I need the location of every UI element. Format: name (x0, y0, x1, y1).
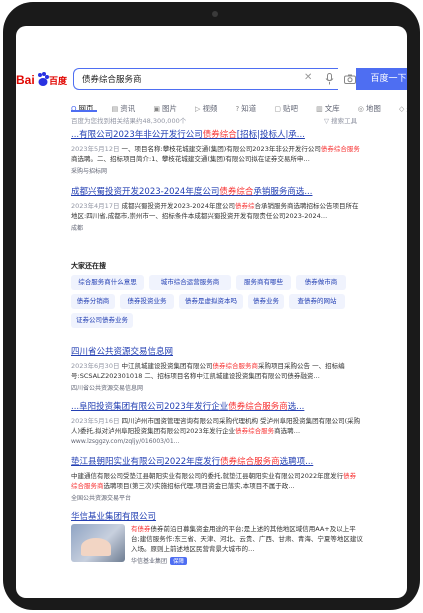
result-source[interactable]: 全国公共资源交易平台 (71, 493, 361, 502)
result-snippet: 2023年6月30日 中江凯城建设投资集团有限公司债券综合服务商采购项目采购公告… (71, 362, 345, 380)
browser-screen: Bai 百度 债券综合服务商 ✕ 百度一下 Q 网页 ▤ 资讯 ▣ 图片 ▷ 视… (16, 26, 407, 598)
related-chip[interactable]: 债券是虚拟资本吗 (179, 294, 243, 309)
related-chip[interactable]: 城市综合运营服务商 (149, 275, 231, 290)
related-chip[interactable]: 服务商有哪些 (236, 275, 291, 290)
svg-text:百度: 百度 (49, 75, 68, 87)
funnel-icon: ▽ (324, 117, 329, 125)
result-item: ...阜阳投资集团有限公司2023年发行企业债券综合服务商选... 2023年5… (71, 400, 361, 445)
result-source[interactable]: 华信基业集团 保障 (131, 556, 364, 565)
result-item: ...有限公司2023年非公开发行公司债券综合[招标|投标人|承... 2023… (71, 128, 361, 175)
tab-wenku[interactable]: ▥ 文库 (316, 103, 340, 114)
result-item: 四川省公共资源交易信息网 2023年6月30日 中江凯城建设投资集团有限公司债券… (71, 345, 361, 392)
result-item: 华信基业集团有限公司 有债券债券前沿日募集资金用途的平台;是上述的其他地区域信用… (71, 510, 363, 565)
related-chip[interactable]: 债券业务 (248, 294, 284, 309)
result-snippet: 中建通信有限公司受垫江县朝阳实业有限公司的委托,就垫江县朝阳实业有限公司2022… (71, 472, 357, 490)
map-icon: ◎ (357, 105, 364, 113)
result-snippet: 2023年5月16日 四川泸州市国资管理咨询有限公司采购代理机构 受泸州阜阳投资… (71, 417, 361, 435)
result-source[interactable]: 四川省公共资源交易信息网 (71, 383, 361, 392)
result-source[interactable]: www.lzsggzy.com/zqljy/016003/01... (71, 438, 361, 445)
search-tools-button[interactable]: ▽ 搜索工具 (324, 115, 357, 125)
forum-icon: ▢ (274, 105, 281, 113)
related-chip[interactable]: 债券投资业务 (120, 294, 174, 309)
verified-badge: 保障 (170, 557, 188, 565)
search-button[interactable]: 百度一下 (356, 68, 407, 90)
active-tab-indicator (71, 110, 97, 112)
related-chip[interactable]: 债券做市商 (296, 275, 346, 290)
result-title[interactable]: ...有限公司2023年非公开发行公司债券综合[招标|投标人|承... (71, 128, 361, 140)
search-tabs: Q网页 ▤资讯 ▣图片 ▷视频 ?知道 ▢贴吧 ▥文库 ◎地图 ◇采购 更多 (71, 96, 407, 113)
related-searches-title: 大家还在搜 (71, 262, 106, 270)
result-title[interactable]: 华信基业集团有限公司 (71, 510, 361, 522)
svg-text:Bai: Bai (16, 73, 35, 87)
tab-web[interactable]: Q 网页 (71, 103, 94, 114)
result-snippet: 2023年5月12日 一、项目名称:攀枝花城建交通(集团)有限公司2023年非公… (71, 145, 360, 163)
tab-zhidao[interactable]: ? 知道 (236, 103, 257, 114)
microphone-icon[interactable] (325, 73, 334, 85)
search-query: 债券综合服务商 (82, 75, 142, 85)
result-snippet: 2023年4月17日 成都兴蜀投资开发2023-2024年度公司债券综合承销服务… (71, 202, 359, 220)
clear-icon[interactable]: ✕ (304, 72, 312, 83)
tab-purchase[interactable]: ◇采购 (399, 103, 407, 114)
search-input[interactable]: 债券综合服务商 ✕ (73, 68, 356, 90)
related-chip[interactable]: 证券公司债券业务 (71, 313, 133, 328)
baidu-logo[interactable]: Bai 百度 (16, 69, 68, 89)
news-icon: ▤ (111, 105, 119, 113)
tab-news[interactable]: ▤ 资讯 (112, 103, 136, 114)
related-chip[interactable]: 查债券的网站 (289, 294, 345, 309)
result-count: 百度为您找到相关结果约48,300,000个 (71, 117, 187, 125)
purchase-icon: ◇ (398, 105, 405, 113)
result-title[interactable]: ...阜阳投资集团有限公司2023年发行企业债券综合服务商选... (71, 400, 361, 412)
library-icon: ▥ (316, 105, 323, 113)
result-title[interactable]: 成都兴蜀投资开发2023-2024年度公司债券综合承销服务商选... (71, 185, 361, 197)
image-icon: ▣ (153, 105, 160, 113)
result-title[interactable]: 四川省公共资源交易信息网 (71, 345, 361, 357)
result-title[interactable]: 垫江县朝阳实业有限公司2022年度发行债券综合服务商选聘项... (71, 455, 361, 467)
result-snippet: 有债券债券前沿日募集资金用途的平台;是上述的其他地区域信用AA+及以上平台;建信… (131, 525, 363, 553)
result-source[interactable]: 成都 (71, 223, 361, 232)
tablet-frame: Bai 百度 债券综合服务商 ✕ 百度一下 Q 网页 ▤ 资讯 ▣ 图片 ▷ 视… (3, 2, 420, 610)
tab-video[interactable]: ▷ 视频 (195, 103, 217, 114)
search-header: Bai 百度 债券综合服务商 ✕ 百度一下 Q 网页 ▤ 资讯 ▣ 图片 ▷ 视… (16, 26, 407, 136)
video-icon: ▷ (195, 105, 201, 113)
related-chip[interactable]: 债券分销商 (71, 294, 115, 309)
camera-icon[interactable] (344, 74, 356, 84)
result-item: 成都兴蜀投资开发2023-2024年度公司债券综合承销服务商选... 2023年… (71, 185, 361, 232)
related-chip[interactable]: 综合服务商什么意思 (71, 275, 144, 290)
question-icon: ? (235, 105, 240, 113)
tab-map[interactable]: ◎ 地图 (358, 103, 381, 114)
tab-images[interactable]: ▣ 图片 (153, 103, 177, 114)
result-item: 垫江县朝阳实业有限公司2022年度发行债券综合服务商选聘项... 中建通信有限公… (71, 455, 361, 502)
result-source[interactable]: 采购与招标网 (71, 166, 361, 175)
tab-tieba[interactable]: ▢ 贴吧 (274, 103, 298, 114)
result-body: 有债券债券前沿日募集资金用途的平台;是上述的其他地区域信用AA+及以上平台;建信… (131, 524, 364, 565)
result-thumbnail[interactable] (71, 524, 125, 562)
